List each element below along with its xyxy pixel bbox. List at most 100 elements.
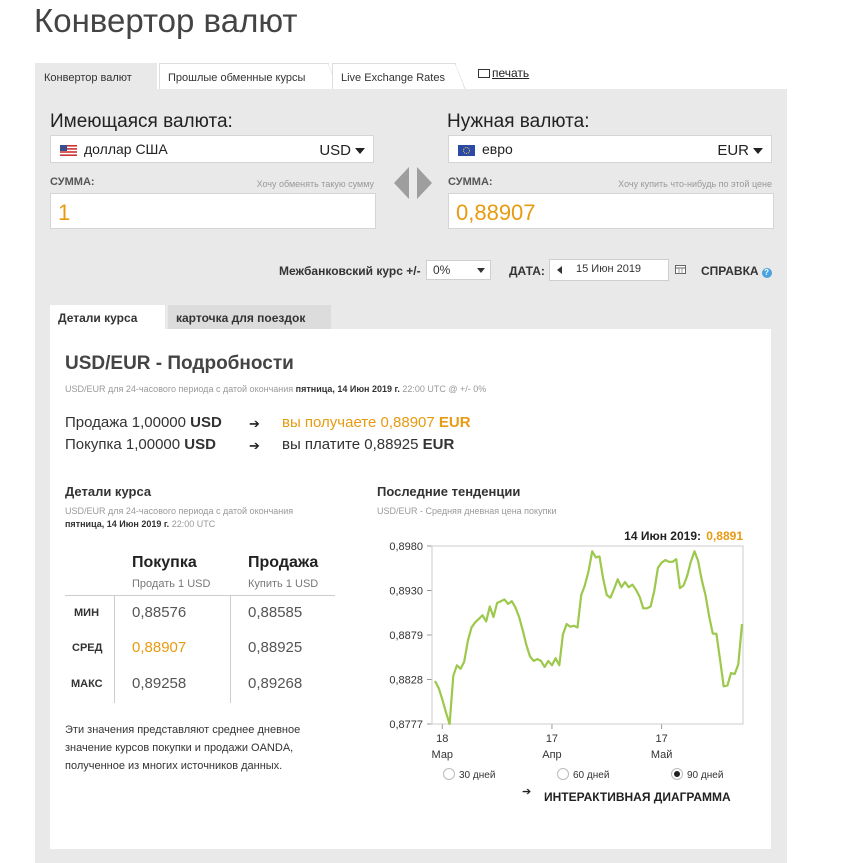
date-label: ДАТА:: [509, 264, 545, 278]
x-tick-label: 17: [655, 733, 667, 745]
tab-past-rates[interactable]: Прошлые обменные курсы: [159, 63, 339, 90]
rate-details-heading: Детали курса: [65, 484, 152, 499]
tab-live-rates[interactable]: Live Exchange Rates: [332, 63, 466, 90]
radio-icon: [557, 768, 569, 780]
period-prefix: USD/EUR для 24-часового периода с датой …: [65, 384, 294, 394]
tab-rate-details[interactable]: Детали курса: [50, 305, 165, 329]
sell-line: Продажа 1,00000 USD: [65, 414, 222, 431]
period-60-radio[interactable]: 60 дней: [557, 768, 609, 781]
have-currency-label: Имеющаяся валюта:: [50, 111, 233, 132]
y-tick-label: 0,8879: [389, 630, 423, 642]
arrow-right-icon: ➔: [249, 416, 260, 431]
want-amount-hint: Хочу купить что-нибудь по этой цене: [618, 179, 772, 189]
have-currency-select[interactable]: доллар США USD: [50, 135, 374, 163]
tab-converter[interactable]: Конвертор валют: [35, 63, 157, 89]
arrow-right-icon: ➔: [522, 786, 532, 798]
main-tabs: Конвертор валют Прошлые обменные курсы L…: [35, 63, 795, 90]
buy-line: Покупка 1,00000 USD: [65, 436, 216, 453]
print-link[interactable]: печать: [478, 66, 529, 80]
converter-panel: Имеющаяся валюта: доллар США USD Нужная …: [35, 89, 787, 863]
buy-amount: Покупка 1,00000: [65, 436, 181, 453]
chart-highlight-value: 0,8891: [706, 529, 743, 543]
series-line: [434, 550, 744, 726]
want-currency-name: евро: [482, 141, 513, 157]
eu-flag-icon: [458, 145, 475, 156]
details-heading: USD/EUR - Подробности: [65, 353, 294, 374]
interbank-value: 0%: [433, 263, 451, 277]
cell-sell: 0,89268: [248, 675, 303, 692]
radio-label: 60 дней: [573, 770, 610, 781]
chevron-left-icon[interactable]: [557, 266, 562, 274]
details-card: USD/EUR - Подробности USD/EUR для 24-час…: [50, 329, 771, 849]
buy-result-amount: вы платите 0,88925: [282, 436, 419, 453]
period-date: пятница, 14 Июн 2019 г.: [65, 519, 170, 529]
trend-chart[interactable]: 0,8980 0,8930 0,8879 0,8828 0,8777 18 Мар 17 Ап…: [375, 524, 755, 764]
col-sell-header: Продажа: [248, 554, 319, 571]
chevron-down-icon: [355, 148, 365, 154]
period-30-radio[interactable]: 30 дней: [443, 768, 495, 781]
period-suffix: 22:00 UTC @ +/- 0%: [402, 384, 487, 394]
chart-highlight-label: 14 Июн 2019:: [624, 529, 701, 543]
y-tick-label: 0,8930: [389, 586, 423, 598]
radio-label: 30 дней: [459, 770, 496, 781]
x-tick-label: Апр: [542, 749, 561, 761]
swap-icon[interactable]: [392, 165, 434, 201]
tab-label: Live Exchange Rates: [341, 72, 445, 84]
want-amount-label: СУММА:: [448, 176, 493, 188]
chevron-down-icon: [477, 268, 485, 273]
date-input[interactable]: 15 Июн 2019: [549, 259, 669, 281]
x-tick-label: Мар: [432, 749, 454, 761]
print-label: печать: [492, 66, 530, 80]
want-amount-input[interactable]: 0,88907: [448, 193, 774, 229]
have-amount-input[interactable]: 1: [50, 193, 376, 229]
sell-result: вы получаете 0,88907 EUR: [282, 414, 471, 431]
buy-currency: USD: [184, 436, 216, 453]
details-period: USD/EUR для 24-часового периода с датой …: [65, 384, 486, 394]
have-currency-name: доллар США: [84, 141, 168, 157]
tab-label: Прошлые обменные курсы: [168, 72, 306, 84]
period-suffix: 22:00 UTC: [171, 519, 216, 529]
col-buy-header: Покупка: [132, 554, 197, 571]
y-tick-label: 0,8777: [389, 719, 423, 731]
interbank-select[interactable]: 0%: [426, 260, 491, 280]
interactive-chart-link[interactable]: ИНТЕРАКТИВНАЯ ДИАГРАММА: [544, 790, 731, 804]
printer-icon: [478, 69, 490, 78]
tab-label: Конвертор валют: [44, 72, 132, 84]
cell-buy: 0,88907: [132, 639, 187, 656]
have-currency-code: USD: [319, 142, 351, 159]
period-prefix: USD/EUR для 24-часового периода с датой …: [65, 506, 294, 516]
cell-buy: 0,88576: [132, 604, 187, 621]
want-currency-code: EUR: [717, 142, 749, 159]
interbank-label: Межбанковский курс +/-: [279, 264, 421, 278]
x-tick-label: 18: [436, 733, 448, 745]
y-tick-label: 0,8828: [389, 675, 423, 687]
table-divider: [65, 595, 335, 596]
page-title: Конвертор валют: [34, 2, 298, 39]
date-value: 15 Июн 2019: [576, 263, 642, 275]
arrow-right-icon: ➔: [249, 438, 260, 453]
sell-result-amount: вы получаете 0,88907: [282, 414, 435, 431]
row-label: МИН: [74, 607, 100, 619]
trend-sub: USD/EUR - Средняя дневная цена покупки: [377, 506, 557, 516]
sell-currency: USD: [190, 414, 222, 431]
cell-sell: 0,88585: [248, 604, 303, 621]
rates-note: Эти значения представляют среднее дневно…: [65, 724, 301, 772]
help-link[interactable]: СПРАВКА?: [701, 264, 772, 278]
help-icon: ?: [761, 268, 772, 278]
tab-label: Детали курса: [58, 311, 138, 325]
calendar-icon[interactable]: [675, 265, 686, 274]
buy-result-currency: EUR: [422, 436, 455, 453]
y-tick-label: 0,8980: [389, 541, 423, 553]
x-tick-label: Май: [651, 749, 673, 761]
want-currency-select[interactable]: евро EUR: [448, 135, 772, 163]
help-label: СПРАВКА: [701, 264, 759, 278]
table-divider: [114, 595, 115, 703]
period-date: пятница, 14 Июн 2019 г.: [295, 384, 400, 394]
cell-buy: 0,89258: [132, 675, 187, 692]
sell-result-currency: EUR: [438, 414, 471, 431]
period-90-radio[interactable]: 90 дней: [671, 768, 723, 781]
tab-travel-card[interactable]: карточка для поездок: [168, 305, 331, 329]
col-buy-sub: Продать 1 USD: [132, 578, 211, 590]
row-label: МАКС: [71, 678, 103, 690]
want-currency-label: Нужная валюта:: [447, 111, 590, 132]
